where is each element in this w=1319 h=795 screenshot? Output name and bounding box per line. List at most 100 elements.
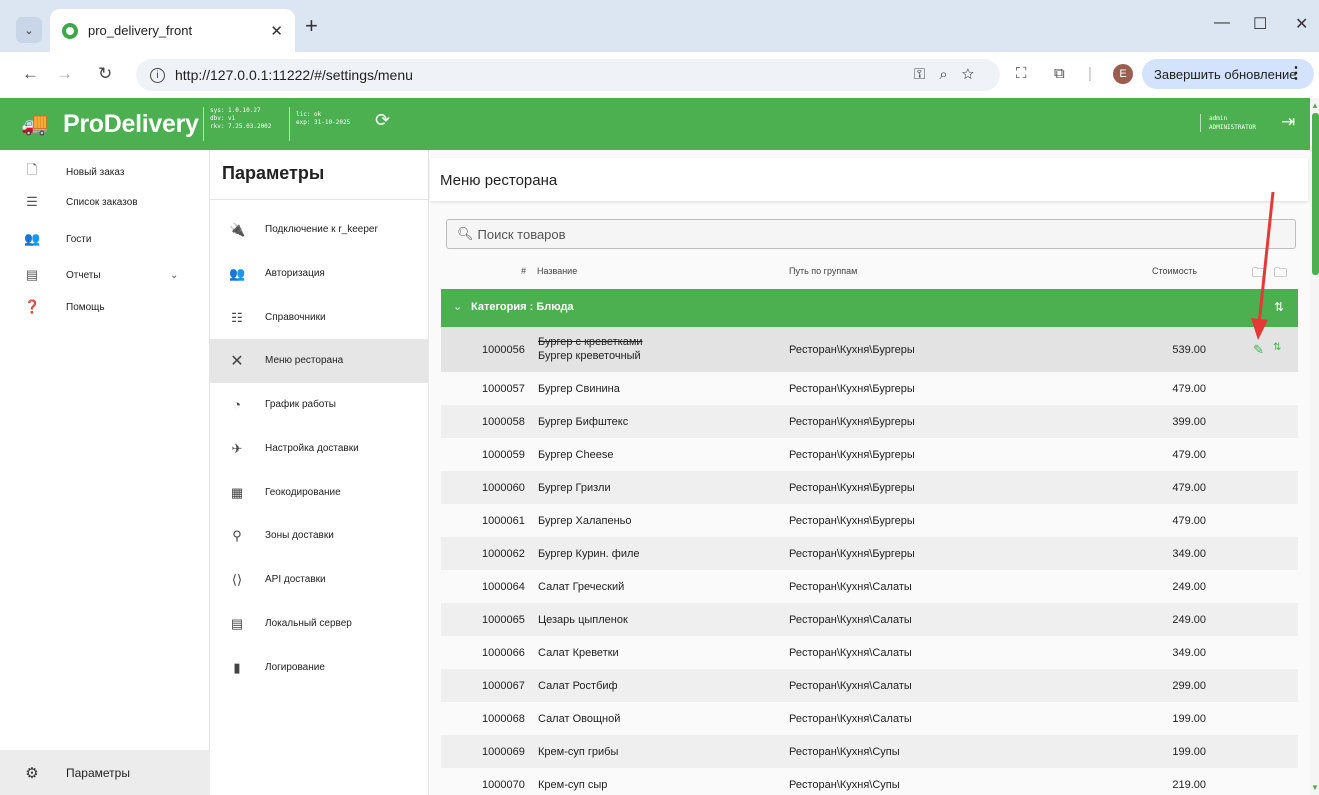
user-role: ADMINISTRATOR (1209, 124, 1256, 131)
finish-update-label: Завершить обновление (1154, 66, 1297, 82)
screenshot-icon[interactable]: ⛶ (1016, 65, 1027, 82)
extensions-icon[interactable]: ⧉ (1054, 65, 1065, 82)
item-path: Ресторан\Кухня\Бургеры (789, 344, 915, 356)
zoom-icon[interactable]: ⌕ (939, 66, 961, 83)
maximize-icon[interactable]: ☐ (1253, 14, 1267, 34)
search-box[interactable]: 🔍︎ (446, 219, 1296, 249)
sidebar-item-order-list[interactable]: ☰ Список заказов (0, 190, 210, 214)
category-row[interactable]: ⌄ Категория : Блюда ⇅ (441, 289, 1298, 327)
brand-logo: ProDelivery (63, 110, 199, 138)
table-row[interactable]: 1000058 Бургер Бифштекс Ресторан\Кухня\Бур… (441, 405, 1298, 438)
geocoding-icon: ▦ (230, 485, 244, 500)
tab-search-icon[interactable]: ⌄ (16, 17, 42, 43)
edit-pencil-icon[interactable]: ✎ (1253, 342, 1264, 358)
sidebar-item-label: Отчеты (66, 269, 101, 281)
minimize-icon[interactable]: — (1214, 14, 1230, 32)
scrollbar-thumb[interactable] (1312, 113, 1319, 275)
sidebar-item-settings[interactable]: ⚙ Параметры (0, 750, 210, 795)
item-path: Ресторан\Кухня\Салаты (789, 680, 912, 692)
password-key-icon[interactable]: ⚿ (914, 66, 939, 83)
refresh-icon[interactable]: ⟳ (375, 110, 390, 131)
column-header-path[interactable]: Путь по группам (789, 266, 857, 276)
column-header-name[interactable]: Название (537, 266, 577, 276)
settings-item-references[interactable]: ☷ Справочники (210, 296, 429, 340)
sidebar-item-label: Список заказов (66, 196, 138, 208)
table-row[interactable]: 1000061 Бургер Халапеньо Ресторан\Кухня\Бу… (441, 504, 1298, 537)
settings-item-logging[interactable]: ▮ Логирование (210, 646, 429, 690)
settings-item-label: Геокодирование (265, 487, 341, 498)
browser-tab[interactable]: pro_delivery_front ✕ (50, 9, 295, 52)
settings-item-rkeeper[interactable]: 🔌 Подключение к r_keeper (210, 208, 429, 252)
site-info-icon[interactable]: i (150, 67, 165, 83)
item-path: Ресторан\Кухня\Салаты (789, 713, 912, 725)
bookmark-star-icon[interactable]: ☆ (962, 66, 988, 83)
table-row[interactable]: 1000068 Салат Овощной Ресторан\Кухня\Салат… (441, 702, 1298, 735)
settings-item-delivery-zones[interactable]: ⚲ Зоны доставки (210, 514, 429, 558)
item-path: Ресторан\Кухня\Бургеры (789, 416, 915, 428)
folder-move-icon[interactable]: 🗀 (1274, 264, 1287, 286)
settings-menu: Параметры 🔌 Подключение к r_keeper 👥 Авт… (210, 150, 429, 795)
close-tab-icon[interactable]: ✕ (270, 22, 283, 40)
sort-icon[interactable]: ⇅ (1274, 300, 1284, 314)
column-header-price[interactable]: Стоимость (1152, 266, 1197, 276)
sidebar-item-label: Параметры (66, 765, 130, 780)
item-price: 479.00 (1172, 515, 1206, 527)
settings-item-schedule[interactable]: ◔ График работы (210, 383, 429, 427)
table-row[interactable]: 1000067 Салат Ростбиф Ресторан\Кухня\Салат… (441, 669, 1298, 702)
window-close-icon[interactable]: ✕ (1295, 14, 1308, 34)
search-icon: 🔍︎ (457, 226, 474, 241)
table-row[interactable]: 1000057 Бургер Свинина Ресторан\Кухня\Бург… (441, 372, 1298, 405)
item-path: Ресторан\Кухня\Бургеры (789, 548, 915, 560)
sidebar-item-new-order[interactable]: 🗋 Новый заказ (0, 155, 210, 189)
finish-update-button[interactable]: Завершить обновление ⋮ (1142, 59, 1314, 89)
settings-item-label: Зоны доставки (265, 530, 334, 541)
chevron-down-icon[interactable]: ⌄ (453, 300, 462, 313)
reload-icon[interactable]: ↻ (98, 64, 112, 84)
table-row[interactable]: 1000070 Крем-суп сыр Ресторан\Кухня\Супы 21… (441, 768, 1298, 795)
settings-item-label: Справочники (265, 312, 326, 323)
new-tab-icon[interactable]: + (305, 13, 318, 39)
forward-icon[interactable]: → (56, 64, 73, 84)
guests-icon: 👥 (24, 231, 41, 246)
scroll-down-icon[interactable]: ▼ (1311, 783, 1319, 792)
log-icon: ▮ (233, 660, 241, 675)
scroll-up-icon[interactable]: ▲ (1311, 101, 1319, 110)
settings-item-restaurant-menu[interactable]: ✕ Меню ресторана (210, 339, 429, 383)
item-price: 199.00 (1172, 746, 1206, 758)
profile-avatar[interactable]: E (1113, 64, 1133, 84)
sidebar-item-guests[interactable]: 👥 Гости (0, 222, 210, 256)
item-price: 399.00 (1172, 416, 1206, 428)
item-id: 1000069 (482, 746, 525, 758)
item-path: Ресторан\Кухня\Салаты (789, 647, 912, 659)
folder-icon[interactable]: 🗀 (1252, 264, 1265, 286)
settings-item-delivery-settings[interactable]: ✈ Настройка доставки (210, 427, 429, 471)
address-bar[interactable]: i http://127.0.0.1:11222/#/settings/menu… (136, 59, 1000, 91)
item-price: 199.00 (1172, 713, 1206, 725)
item-name: Цезарь цыпленок (538, 614, 628, 626)
table-row[interactable]: 1000065 Цезарь цыпленок Ресторан\Кухня\Сал… (441, 603, 1298, 636)
item-path: Ресторан\Кухня\Салаты (789, 614, 912, 626)
logout-icon[interactable]: ⇥ (1281, 112, 1295, 132)
table-row[interactable]: 1000062 Бургер Курин. филе Ресторан\Кухня\… (441, 537, 1298, 570)
sort-icon[interactable]: ⇅ (1273, 342, 1281, 353)
table-row[interactable]: 1000064 Салат Греческий Ресторан\Кухня\Сал… (441, 570, 1298, 603)
search-input[interactable] (477, 226, 1278, 242)
more-menu-icon[interactable]: ⋮ (1288, 63, 1304, 83)
settings-item-geocoding[interactable]: ▦ Геокодирование (210, 471, 429, 515)
settings-item-delivery-api[interactable]: ⟨⟩ API доставки (210, 558, 429, 602)
table-row[interactable]: 1000060 Бургер Гризли Ресторан\Кухня\Бурге… (441, 471, 1298, 504)
settings-item-local-server[interactable]: ▤ Локальный сервер (210, 602, 429, 646)
table-row[interactable]: 1000059 Бургер Cheese Ресторан\Кухня\Бурге… (441, 438, 1298, 471)
table-row[interactable]: 1000066 Салат Креветки Ресторан\Кухня\Сала… (441, 636, 1298, 669)
table-row[interactable]: 1000056 Бургер с креветками Бургер креве… (441, 327, 1298, 372)
delivery-settings-icon: ✈ (231, 441, 243, 456)
table-row[interactable]: 1000069 Крем-суп грибы Ресторан\Кухня\Супы… (441, 735, 1298, 768)
settings-item-auth[interactable]: 👥 Авторизация (210, 252, 429, 296)
settings-item-label: Авторизация (265, 268, 325, 279)
omnibox-actions[interactable]: ⚿⌕☆ (914, 66, 988, 83)
sidebar-item-reports[interactable]: ▤ Отчеты ⌄ (0, 258, 210, 292)
sidebar-item-help[interactable]: ❓ Помощь (0, 290, 210, 324)
back-icon[interactable]: ← (22, 64, 39, 84)
item-name: Салат Овощной (538, 713, 621, 725)
item-price: 349.00 (1172, 548, 1206, 560)
